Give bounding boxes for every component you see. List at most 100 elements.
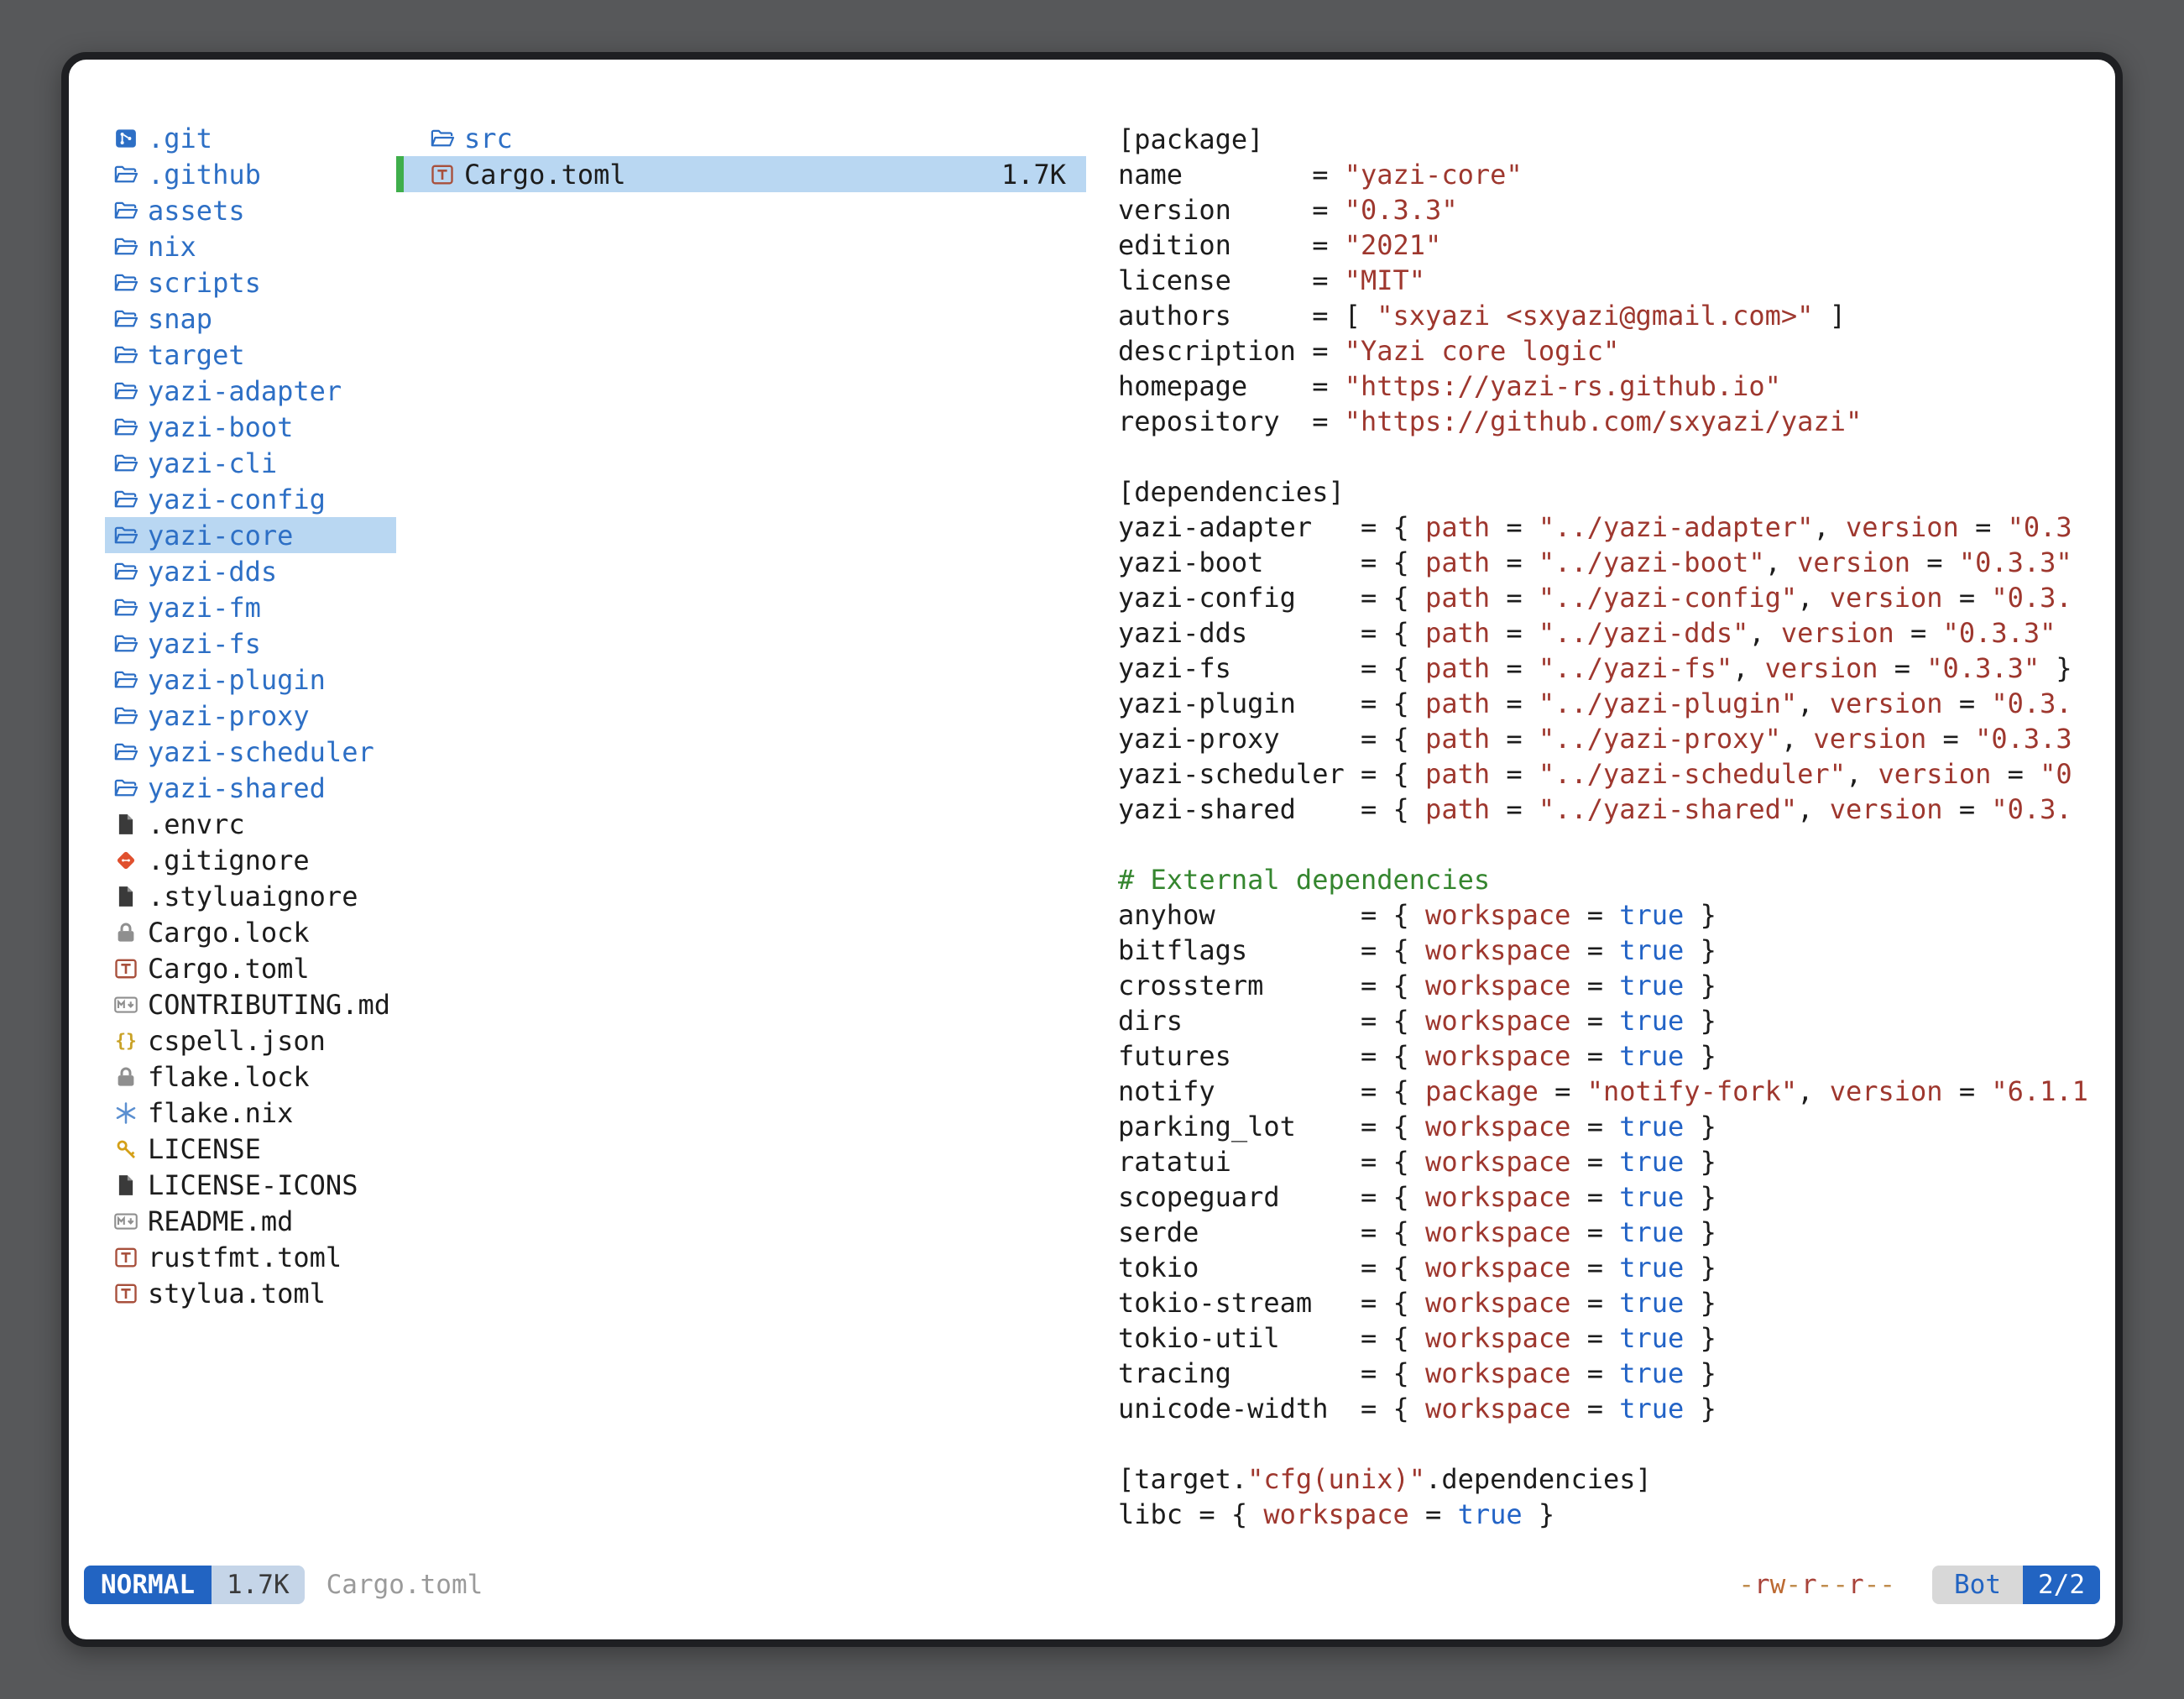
preview-line: license = "MIT" (1118, 263, 2104, 298)
file-preview-pane[interactable]: [package]name = "yazi-core"version = "0.… (1118, 122, 2104, 1532)
parent-entry-rustfmt.toml[interactable]: rustfmt.toml (105, 1239, 396, 1275)
entry-name: Cargo.toml (148, 953, 310, 985)
file-icon (111, 809, 141, 839)
preview-line: futures = { workspace = true } (1118, 1038, 2104, 1074)
git-ignore-icon (111, 845, 141, 876)
yazi-window: .git .githubassetsnixscriptssnaptarget yaz… (61, 52, 2123, 1647)
preview-line: yazi-dds = { path = "../yazi-dds", versi… (1118, 615, 2104, 651)
preview-line: yazi-adapter = { path = "../yazi-adapter… (1118, 510, 2104, 545)
current-directory-pane[interactable]: srcCargo.toml1.7K (396, 120, 1086, 192)
parent-entry-nix[interactable]: nix (105, 228, 396, 264)
file-icon (111, 881, 141, 912)
parent-entry-flake.lock[interactable]: flake.lock (105, 1059, 396, 1095)
desktop-background: .git .githubassetsnixscriptssnaptarget yaz… (0, 0, 2184, 1699)
preview-line: yazi-proxy = { path = "../yazi-proxy", v… (1118, 721, 2104, 756)
entry-name: src (464, 123, 513, 154)
preview-line: yazi-fs = { path = "../yazi-fs", version… (1118, 651, 2104, 686)
preview-line (1118, 439, 2104, 474)
preview-line: notify = { package = "notify-fork", vers… (1118, 1074, 2104, 1109)
parent-entry-yazi-core[interactable]: yazi-core (105, 517, 396, 553)
parent-entry-snap[interactable]: snap (105, 301, 396, 337)
entry-name: stylua.toml (148, 1278, 326, 1310)
preview-line: tokio-util = { workspace = true } (1118, 1320, 2104, 1356)
parent-entry-yazi-scheduler[interactable]: yazi-scheduler (105, 734, 396, 770)
scroll-position-label: Bot (1932, 1566, 2023, 1604)
preview-line: crossterm = { workspace = true } (1118, 968, 2104, 1003)
folder-open-icon (111, 340, 141, 370)
preview-line: bitflags = { workspace = true } (1118, 933, 2104, 968)
preview-line: [dependencies] (1118, 474, 2104, 510)
entry-name: LICENSE (148, 1133, 261, 1165)
parent-entry-yazi-fs[interactable]: yazi-fs (105, 625, 396, 661)
preview-line: yazi-boot = { path = "../yazi-boot", ver… (1118, 545, 2104, 580)
toml-icon (111, 1242, 141, 1273)
current-entry-Cargo.toml[interactable]: Cargo.toml1.7K (396, 156, 1086, 192)
folder-open-icon (111, 665, 141, 695)
parent-entry-yazi-boot[interactable]: yazi-boot (105, 409, 396, 445)
file-icon (111, 1170, 141, 1200)
parent-entry-.github[interactable]: .github (105, 156, 396, 192)
selection-marker (396, 156, 404, 192)
folder-open-icon (111, 629, 141, 659)
parent-entry-scripts[interactable]: scripts (105, 264, 396, 301)
parent-entry-.styluaignore[interactable]: .styluaignore (105, 878, 396, 914)
entry-name: cspell.json (148, 1025, 326, 1057)
parent-entry-Cargo.lock[interactable]: Cargo.lock (105, 914, 396, 950)
parent-entry-yazi-dds[interactable]: yazi-dds (105, 553, 396, 589)
parent-entry-assets[interactable]: assets (105, 192, 396, 228)
parent-entry-.envrc[interactable]: .envrc (105, 806, 396, 842)
parent-entry-.git[interactable]: .git (105, 120, 396, 156)
parent-directory-pane[interactable]: .git .githubassetsnixscriptssnaptarget yaz… (105, 120, 396, 1311)
preview-line: name = "yazi-core" (1118, 157, 2104, 192)
preview-line: ratatui = { workspace = true } (1118, 1144, 2104, 1179)
parent-entry-yazi-shared[interactable]: yazi-shared (105, 770, 396, 806)
parent-entry-cspell.json[interactable]: {}cspell.json (105, 1022, 396, 1059)
parent-entry-yazi-adapter[interactable]: yazi-adapter (105, 373, 396, 409)
entry-name: scripts (148, 267, 261, 299)
folder-open-icon (111, 701, 141, 731)
preview-line: tracing = { workspace = true } (1118, 1356, 2104, 1391)
parent-entry-README.md[interactable]: README.md (105, 1203, 396, 1239)
nix-icon (111, 1098, 141, 1128)
parent-entry-target[interactable]: target (105, 337, 396, 373)
parent-entry-yazi-fm[interactable]: yazi-fm (105, 589, 396, 625)
parent-entry-flake.nix[interactable]: flake.nix (105, 1095, 396, 1131)
folder-open-icon (111, 304, 141, 334)
entry-name: yazi-adapter (148, 375, 342, 407)
preview-line: dirs = { workspace = true } (1118, 1003, 2104, 1038)
parent-entry-.gitignore[interactable]: .gitignore (105, 842, 396, 878)
parent-entry-yazi-proxy[interactable]: yazi-proxy (105, 698, 396, 734)
entry-name: .gitignore (148, 844, 310, 876)
toml-icon (111, 954, 141, 984)
file-permissions: -rw-r--r-- (1738, 1570, 1895, 1600)
folder-open-icon (111, 557, 141, 587)
parent-entry-yazi-plugin[interactable]: yazi-plugin (105, 661, 396, 698)
current-entry-src[interactable]: src (396, 120, 1086, 156)
parent-entry-stylua.toml[interactable]: stylua.toml (105, 1275, 396, 1311)
parent-entry-LICENSE-ICONS[interactable]: LICENSE-ICONS (105, 1167, 396, 1203)
preview-line: homepage = "https://yazi-rs.github.io" (1118, 369, 2104, 404)
preview-line: scopeguard = { workspace = true } (1118, 1179, 2104, 1215)
status-bar-right: -rw-r--r-- Bot 2/2 (1738, 1566, 2100, 1604)
entry-name: flake.lock (148, 1061, 310, 1093)
preview-line: unicode-width = { workspace = true } (1118, 1391, 2104, 1426)
json-icon: {} (111, 1026, 141, 1056)
entry-name: LICENSE-ICONS (148, 1169, 358, 1201)
parent-entry-Cargo.toml[interactable]: Cargo.toml (105, 950, 396, 986)
entry-name: yazi-boot (148, 411, 293, 443)
parent-entry-yazi-config[interactable]: yazi-config (105, 481, 396, 517)
entry-name: target (148, 339, 245, 371)
parent-entry-CONTRIBUTING.md[interactable]: CONTRIBUTING.md (105, 986, 396, 1022)
preview-line: yazi-shared = { path = "../yazi-shared",… (1118, 792, 2104, 827)
preview-line: tokio = { workspace = true } (1118, 1250, 2104, 1285)
parent-entry-LICENSE[interactable]: LICENSE (105, 1131, 396, 1167)
preview-line: parking_lot = { workspace = true } (1118, 1109, 2104, 1144)
folder-open-icon (111, 376, 141, 406)
entry-name: Cargo.lock (148, 917, 310, 949)
lock-icon (111, 917, 141, 948)
parent-entry-yazi-cli[interactable]: yazi-cli (105, 445, 396, 481)
preview-line: tokio-stream = { workspace = true } (1118, 1285, 2104, 1320)
entry-name: yazi-plugin (148, 664, 326, 696)
entry-name: .git (148, 123, 212, 154)
entry-name: .github (148, 159, 261, 191)
